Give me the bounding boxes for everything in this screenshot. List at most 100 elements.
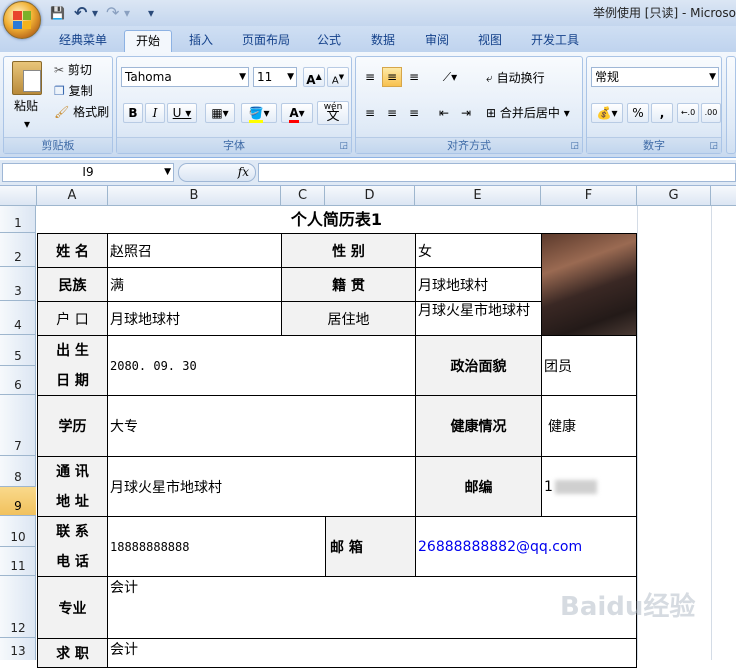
paste-button[interactable]: 粘贴 bbox=[14, 97, 38, 115]
currency-button[interactable]: 💰▾ bbox=[591, 103, 623, 123]
font-size-select[interactable]: 11 ▼ bbox=[253, 67, 297, 87]
tab-insert[interactable]: 插入 bbox=[178, 30, 224, 52]
photo-cell[interactable] bbox=[541, 233, 637, 336]
tab-classic-menu[interactable]: 经典菜单 bbox=[50, 30, 116, 52]
insert-function-icon[interactable]: fx bbox=[238, 165, 249, 179]
align-left-icon[interactable]: ≡ bbox=[360, 103, 380, 123]
health-value[interactable]: 健康 bbox=[541, 395, 637, 457]
major-value[interactable]: 会计 bbox=[107, 576, 637, 639]
address-label[interactable]: 通 讯地 址 bbox=[37, 456, 108, 517]
column-header-c[interactable]: C bbox=[281, 186, 325, 206]
birth-value[interactable]: 2080. 09. 30 bbox=[107, 335, 416, 396]
address-value[interactable]: 月球火星市地球村 bbox=[107, 456, 416, 517]
font-color-button[interactable]: A▾ bbox=[281, 103, 313, 123]
align-top-icon[interactable]: ≡ bbox=[360, 67, 380, 87]
column-header-e[interactable]: E bbox=[415, 186, 541, 206]
grow-font-button[interactable]: A▲ bbox=[303, 67, 325, 87]
paste-dropdown-icon[interactable]: ▾ bbox=[24, 115, 30, 133]
format-painter-button[interactable]: 🖌 格式刷 bbox=[54, 103, 109, 121]
customize-qat-icon[interactable]: ▾ bbox=[148, 4, 154, 22]
cut-button[interactable]: ✂ 剪切 bbox=[54, 61, 92, 79]
postcode-label[interactable]: 邮编 bbox=[415, 456, 542, 517]
decrease-decimal-icon[interactable]: .00 bbox=[701, 103, 721, 123]
row-header-11[interactable]: 11 bbox=[0, 547, 36, 576]
column-header-a[interactable]: A bbox=[37, 186, 108, 206]
tab-home[interactable]: 开始 bbox=[124, 30, 172, 52]
name-label[interactable]: 姓 名 bbox=[37, 233, 108, 268]
redo-icon[interactable]: ↷ bbox=[106, 4, 119, 22]
health-label[interactable]: 健康情况 bbox=[415, 395, 542, 457]
number-format-select[interactable]: 常规 ▼ bbox=[591, 67, 719, 87]
increase-decimal-icon[interactable]: ←.0 bbox=[677, 103, 699, 123]
name-box[interactable]: I9 ▼ bbox=[2, 163, 174, 182]
tab-formulas[interactable]: 公式 bbox=[306, 30, 352, 52]
ethnicity-label[interactable]: 民族 bbox=[37, 267, 108, 302]
merge-center-button[interactable]: ⊞ 合并后居中 ▾ bbox=[486, 104, 570, 122]
job-label[interactable]: 求 职 bbox=[37, 638, 108, 668]
italic-button[interactable]: I bbox=[145, 103, 165, 123]
email-label[interactable]: 邮 箱 bbox=[325, 516, 416, 577]
email-link[interactable]: 26888888882@qq.com bbox=[418, 539, 582, 555]
increase-indent-icon[interactable]: ⇥ bbox=[456, 103, 476, 123]
column-header-g[interactable]: G bbox=[637, 186, 711, 206]
borders-button[interactable]: ▦▾ bbox=[205, 103, 235, 123]
major-label[interactable]: 专业 bbox=[37, 576, 108, 639]
percent-button[interactable]: % bbox=[627, 103, 649, 123]
row-header-1[interactable]: 1 bbox=[0, 206, 36, 233]
shrink-font-button[interactable]: A▼ bbox=[327, 67, 349, 87]
postcode-value[interactable]: 1 bbox=[541, 456, 637, 517]
row-header-2[interactable]: 2 bbox=[0, 233, 36, 267]
column-header-b[interactable]: B bbox=[108, 186, 281, 206]
undo-icon[interactable]: ↶ bbox=[74, 4, 87, 22]
residence-value[interactable]: 月球火星市地球村 bbox=[415, 301, 542, 336]
column-header-f[interactable]: F bbox=[541, 186, 637, 206]
origin-value[interactable]: 月球地球村 bbox=[415, 267, 542, 302]
phone-value[interactable]: 18888888888 bbox=[107, 516, 326, 577]
job-value[interactable]: 会计 bbox=[107, 638, 637, 668]
formula-input[interactable] bbox=[258, 163, 736, 182]
hukou-label[interactable]: 户 口 bbox=[37, 301, 108, 336]
tab-page-layout[interactable]: 页面布局 bbox=[232, 30, 300, 52]
ethnicity-value[interactable]: 满 bbox=[107, 267, 282, 302]
hukou-value[interactable]: 月球地球村 bbox=[107, 301, 282, 336]
phonetic-button[interactable]: wén 文 bbox=[317, 101, 349, 125]
font-name-select[interactable]: Tahoma ▼ bbox=[121, 67, 249, 87]
dialog-launcher-icon[interactable]: ◲ bbox=[339, 138, 348, 154]
row-header-7[interactable]: 7 bbox=[0, 395, 36, 456]
row-header-13[interactable]: 13 bbox=[0, 638, 36, 660]
row-header-6[interactable]: 6 bbox=[0, 366, 36, 395]
email-value[interactable]: 26888888882@qq.com bbox=[415, 516, 637, 577]
residence-label[interactable]: 居住地 bbox=[281, 301, 416, 336]
political-value[interactable]: 团员 bbox=[541, 335, 637, 396]
row-header-4[interactable]: 4 bbox=[0, 301, 36, 335]
orientation-icon[interactable]: ⟋▾ bbox=[434, 67, 466, 87]
dialog-launcher-icon[interactable]: ◲ bbox=[709, 138, 718, 154]
row-header-5[interactable]: 5 bbox=[0, 335, 36, 366]
education-label[interactable]: 学历 bbox=[37, 395, 108, 457]
row-header-3[interactable]: 3 bbox=[0, 267, 36, 301]
column-header-h[interactable] bbox=[711, 186, 736, 206]
redo-dropdown-icon[interactable]: ▾ bbox=[124, 4, 130, 22]
birth-label[interactable]: 出 生日 期 bbox=[37, 335, 108, 396]
underline-button[interactable]: U ▾ bbox=[167, 103, 197, 123]
gender-value[interactable]: 女 bbox=[415, 233, 542, 268]
origin-label[interactable]: 籍 贯 bbox=[281, 267, 416, 302]
align-center-icon[interactable]: ≡ bbox=[382, 103, 402, 123]
row-header-10[interactable]: 10 bbox=[0, 516, 36, 547]
name-value[interactable]: 赵照召 bbox=[107, 233, 282, 268]
copy-button[interactable]: ❐ 复制 bbox=[54, 82, 93, 100]
office-button[interactable] bbox=[3, 1, 41, 39]
decrease-indent-icon[interactable]: ⇤ bbox=[434, 103, 454, 123]
row-header-9[interactable]: 9 bbox=[0, 487, 36, 516]
column-header-d[interactable]: D bbox=[325, 186, 415, 206]
undo-dropdown-icon[interactable]: ▾ bbox=[92, 4, 98, 22]
wrap-text-button[interactable]: ⤶ 自动换行 bbox=[486, 69, 545, 87]
dialog-launcher-icon[interactable]: ◲ bbox=[570, 138, 579, 154]
tab-data[interactable]: 数据 bbox=[360, 30, 406, 52]
align-right-icon[interactable]: ≡ bbox=[404, 103, 424, 123]
education-value[interactable]: 大专 bbox=[107, 395, 416, 457]
phone-label[interactable]: 联 系电 话 bbox=[37, 516, 108, 577]
align-middle-icon[interactable]: ≡ bbox=[382, 67, 402, 87]
select-all-corner[interactable] bbox=[0, 186, 37, 206]
paste-icon[interactable] bbox=[12, 61, 42, 95]
